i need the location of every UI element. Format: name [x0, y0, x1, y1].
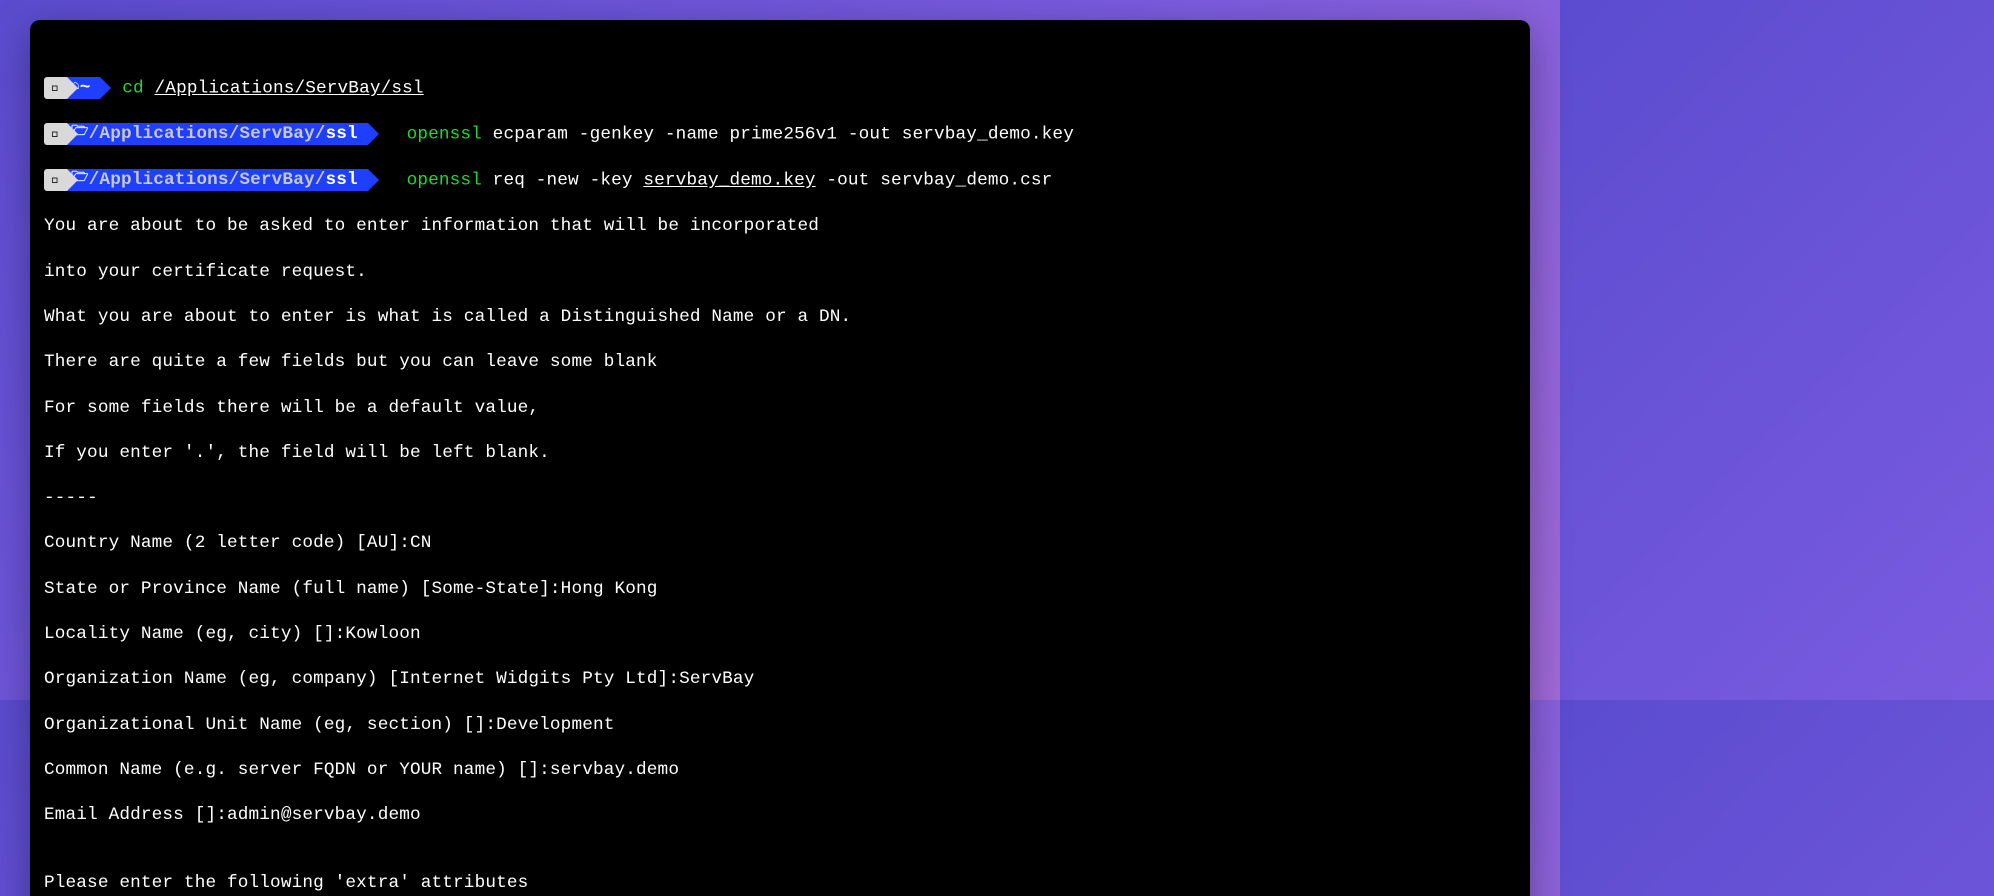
arrow-icon: [67, 169, 78, 191]
output-line: There are quite a few fields but you can…: [44, 351, 1516, 374]
terminal-window[interactable]:  ⌂ ~ cd /Applications/ServBay/ssl  🗁 /…: [30, 20, 1530, 896]
prompt-line-3[interactable]:  🗁 /Applications/ServBay/ssl openssl re…: [44, 169, 1516, 192]
arrow-icon: [385, 169, 396, 191]
arg-path: /Applications/ServBay/ssl: [155, 79, 424, 99]
output-line: What you are about to enter is what is c…: [44, 306, 1516, 329]
command-args: req -new -key: [482, 171, 643, 191]
os-segment: : [44, 123, 67, 145]
apple-icon: : [51, 78, 60, 97]
output-line: You are about to be asked to enter infor…: [44, 215, 1516, 238]
command-cd: cd: [122, 79, 144, 99]
prompt-line-2[interactable]:  🗁 /Applications/ServBay/ssl openssl ec…: [44, 123, 1516, 146]
output-line: -----: [44, 487, 1516, 510]
command-openssl: openssl: [407, 125, 482, 145]
output-line: Organizational Unit Name (eg, section) […: [44, 714, 1516, 737]
apple-icon: : [51, 170, 60, 189]
command-openssl: openssl: [407, 171, 482, 191]
arrow-icon: [67, 123, 78, 145]
output-line: If you enter '.', the field will be left…: [44, 442, 1516, 465]
output-line: State or Province Name (full name) [Some…: [44, 578, 1516, 601]
arrow-icon: [67, 77, 78, 99]
output-line: Please enter the following 'extra' attri…: [44, 872, 1516, 895]
command-args: -out servbay_demo.csr: [816, 171, 1053, 191]
home-tilde: ~: [80, 77, 91, 100]
output-line: Common Name (e.g. server FQDN or YOUR na…: [44, 759, 1516, 782]
path-segment: 🗁 /Applications/ServBay/ssl: [67, 123, 368, 145]
file-key: servbay_demo.key: [643, 171, 815, 191]
arrow-icon: [385, 123, 396, 145]
output-line: Organization Name (eg, company) [Interne…: [44, 668, 1516, 691]
output-line: into your certificate request.: [44, 261, 1516, 284]
output-line: Email Address []:admin@servbay.demo: [44, 804, 1516, 827]
arrow-icon: [100, 77, 111, 99]
os-segment: : [44, 169, 67, 191]
command-args: ecparam -genkey -name prime256v1 -out se…: [482, 125, 1074, 145]
output-line: For some fields there will be a default …: [44, 397, 1516, 420]
output-line: Locality Name (eg, city) []:Kowloon: [44, 623, 1516, 646]
os-segment: : [44, 77, 67, 99]
output-line: Country Name (2 letter code) [AU]:CN: [44, 532, 1516, 555]
prompt-line-1[interactable]:  ⌂ ~ cd /Applications/ServBay/ssl: [44, 77, 1516, 100]
arrow-icon: [368, 123, 379, 145]
path-segment: 🗁 /Applications/ServBay/ssl: [67, 169, 368, 191]
arrow-icon: [368, 169, 379, 191]
apple-icon: : [51, 124, 60, 143]
